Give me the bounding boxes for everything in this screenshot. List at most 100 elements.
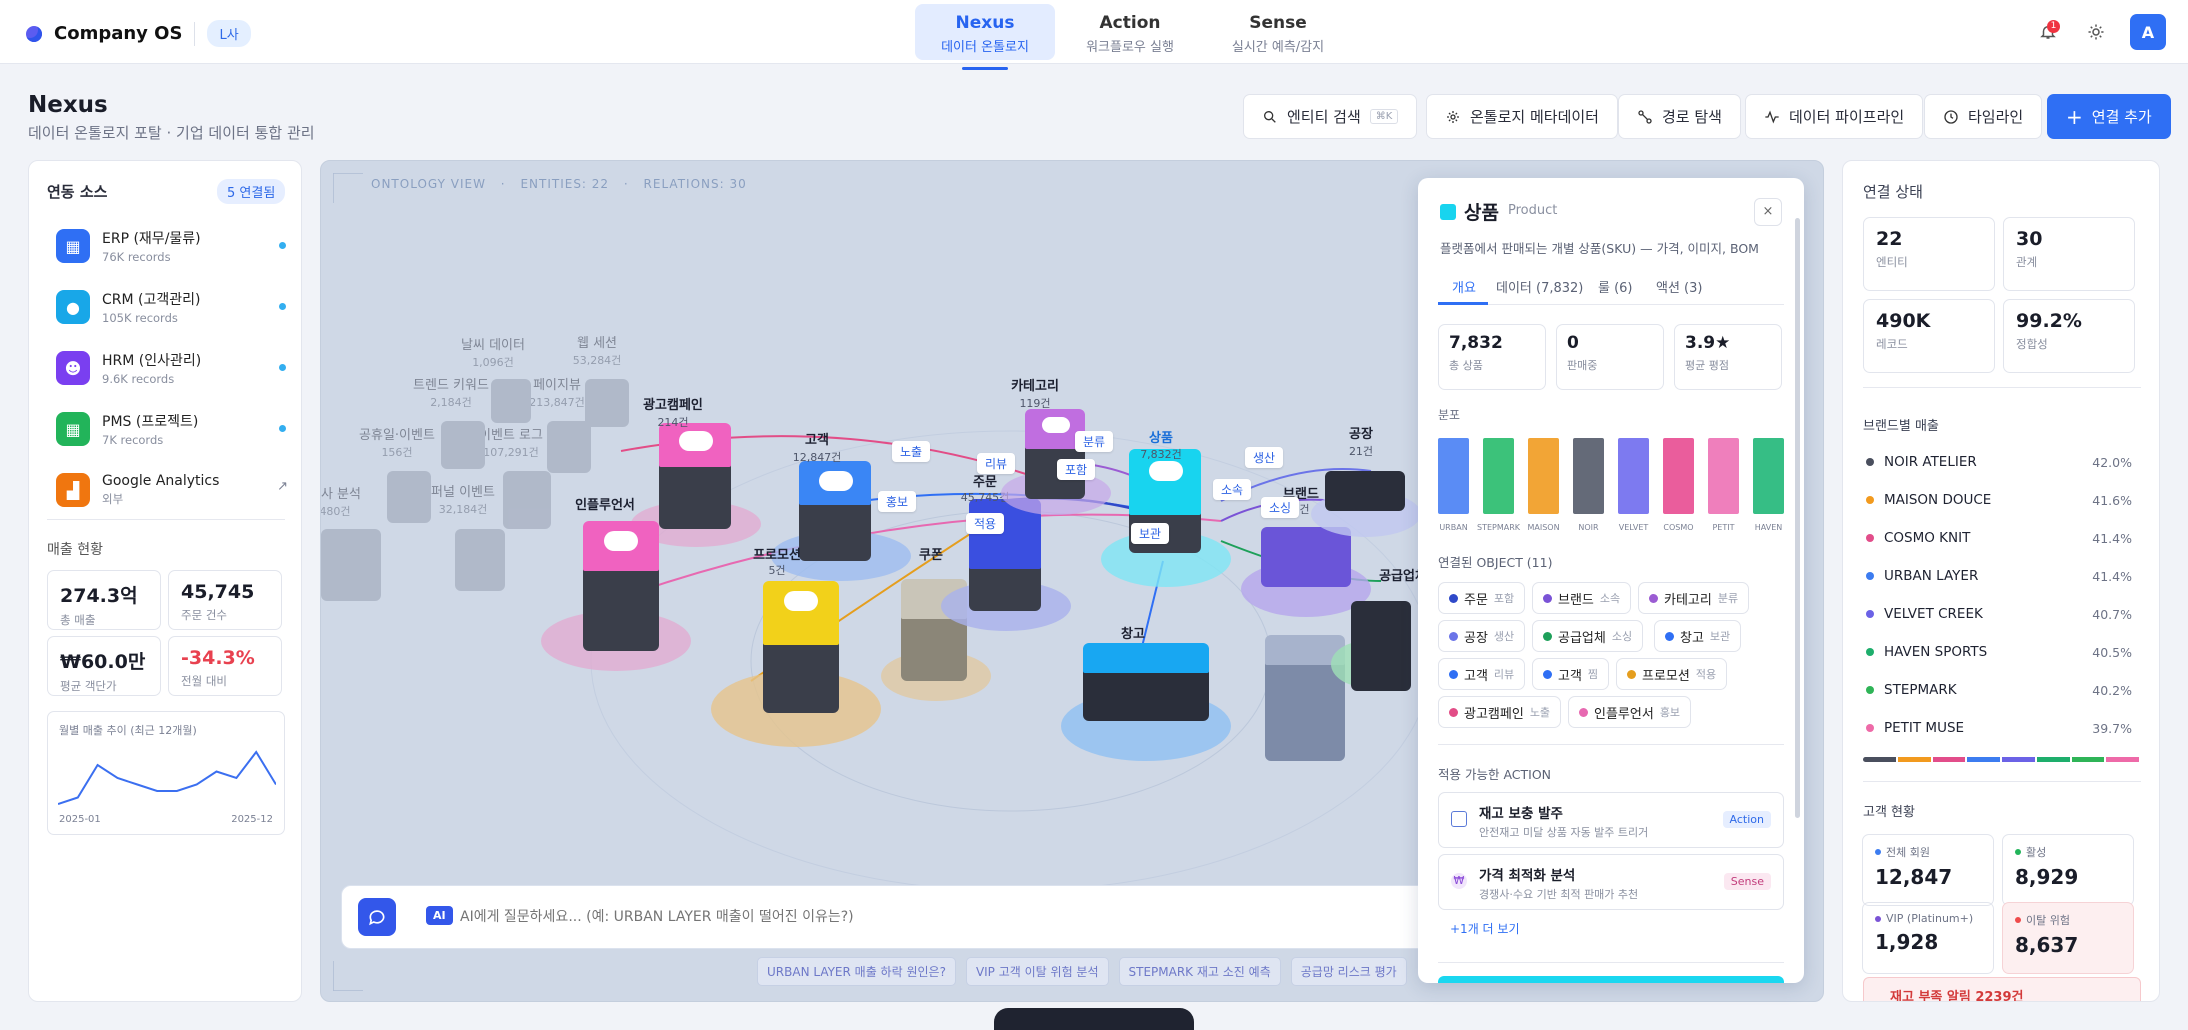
node-warehouse[interactable] (1061, 631, 1231, 761)
suggestion-chip[interactable]: 공급망 리스크 평가 (1290, 957, 1407, 986)
brand-row[interactable]: STEPMARK 40.2% (1866, 680, 2132, 700)
tenant-badge[interactable]: L사 (207, 20, 251, 47)
action-item-reorder[interactable]: 재고 보충 발주 안전재고 미달 상품 자동 발주 트리거 Action (1438, 792, 1784, 848)
tab-rules[interactable]: 룰 (6) (1598, 277, 1633, 296)
linked-object-tag[interactable]: 프로모션 적용 (1616, 658, 1728, 690)
linked-object-tag[interactable]: 광고캠페인 노출 (1438, 696, 1562, 728)
distribution-label: NOIR (1578, 523, 1599, 532)
distribution-bar[interactable] (1438, 438, 1469, 514)
primary-action-button[interactable] (1438, 976, 1784, 983)
customer-stat-label: 전체 회원 (1875, 844, 1981, 860)
stat-label: 평균 객단가 (60, 679, 117, 693)
distribution-bar[interactable] (1708, 438, 1739, 514)
suggestion-chip[interactable]: STEPMARK 재고 소진 예측 (1118, 957, 1281, 986)
distribution-bar[interactable] (1663, 438, 1694, 514)
low-stock-alert[interactable]: 재고 부족 알림 2239건 (1863, 977, 2141, 1001)
linked-object-tag[interactable]: 공급업체 소싱 (1532, 620, 1644, 652)
linked-object-tag[interactable]: 브랜드 소속 (1532, 582, 1632, 614)
source-records: 7K records (102, 433, 164, 447)
linked-object-name: 공급업체 (1558, 630, 1606, 646)
customer-stat-label-text: 이탈 위험 (2026, 914, 2070, 927)
brand-sales-title: 브랜드별 매출 (1863, 419, 1939, 434)
customer-stat-value: 8,929 (2015, 865, 2079, 889)
color-dot (1866, 534, 1874, 542)
action-item-price-optimize[interactable]: ₩ 가격 최적화 분석 경쟁사·수요 기반 최적 판매가 추천 Sense (1438, 854, 1784, 910)
user-avatar[interactable]: A (2130, 14, 2166, 50)
linked-object-tag[interactable]: 인플루언서 홍보 (1568, 696, 1692, 728)
path-explore-button[interactable]: 경로 탐색 (1618, 94, 1741, 139)
scrollbar[interactable] (1795, 218, 1800, 818)
theme-toggle-button[interactable] (2082, 18, 2110, 46)
suggestion-chip[interactable]: VIP 고객 이탈 위험 분석 (965, 957, 1109, 986)
linked-object-tag[interactable]: 고객 리뷰 (1438, 658, 1526, 690)
path-explore-label: 경로 탐색 (1662, 108, 1722, 126)
source-item-google-analytics[interactable]: ▟ Google Analytics 외부 ↗ (56, 465, 288, 515)
linked-object-tag[interactable]: 창고 보관 (1654, 620, 1742, 652)
chat-button[interactable] (358, 898, 396, 936)
brand-pct: 41.4% (2092, 530, 2132, 546)
add-connection-button[interactable]: + 연결 추가 (2047, 94, 2171, 139)
brand-name: STEPMARK (1884, 682, 1957, 698)
linked-object-tag[interactable]: 고객 찜 (1532, 658, 1610, 690)
show-more-link[interactable]: +1개 더 보기 (1450, 920, 1519, 937)
brand-row[interactable]: NOIR ATELIER 42.0% (1866, 452, 2132, 472)
linked-object-tag[interactable]: 카테고리 분류 (1638, 582, 1750, 614)
distribution-label: PETIT (1712, 523, 1734, 532)
tab-actions[interactable]: 액션 (3) (1656, 277, 1702, 296)
brand-row[interactable]: VELVET CREEK 40.7% (1866, 604, 2132, 624)
notification-button[interactable]: 1 (2034, 18, 2062, 46)
data-pipeline-button[interactable]: 데이터 파이프라인 (1745, 94, 1924, 139)
color-dot (1866, 572, 1874, 580)
nav-tab-sense[interactable]: Sense 실시간 예측/감지 (1208, 4, 1348, 60)
trend-line (58, 750, 276, 805)
brand-row[interactable]: PETIT MUSE 39.7% (1866, 718, 2132, 738)
source-item-crm[interactable]: ● CRM (고객관리) 105K records (56, 282, 286, 332)
nav-tab-action[interactable]: Action 워크플로우 실행 (1060, 4, 1200, 60)
action-name: 가격 최적화 분석 (1479, 868, 1576, 884)
distribution-bar[interactable] (1573, 438, 1604, 514)
tab-data[interactable]: 데이터 (7,832) (1496, 277, 1583, 296)
suggestion-chip[interactable]: URBAN LAYER 매출 하락 원인은? (757, 957, 956, 986)
node-promotion[interactable] (711, 561, 881, 747)
tab-overview[interactable]: 개요 (1452, 277, 1476, 296)
node-weather-label: 날씨 데이터 (461, 338, 525, 353)
status-dot (279, 364, 286, 371)
external-link-icon[interactable]: ↗ (277, 479, 288, 494)
timeline-button[interactable]: 타임라인 (1924, 94, 2043, 139)
distribution-bar[interactable] (1483, 438, 1514, 514)
node-influencer[interactable] (541, 501, 691, 671)
source-item-pms[interactable]: ▦ PMS (프로젝트) 7K records (56, 404, 286, 454)
linked-object-tag[interactable]: 주문 포함 (1438, 582, 1526, 614)
distribution-bar[interactable] (1753, 438, 1784, 514)
app-logo[interactable]: Company OS L사 (26, 20, 251, 47)
edge-label: 보관 (1131, 523, 1170, 544)
stat-label: 레코드 (1876, 337, 1908, 351)
linked-object-tag[interactable]: 공장 생산 (1438, 620, 1526, 652)
brand-name: MAISON DOUCE (1884, 492, 1992, 508)
node-supplier-cluster[interactable] (1261, 621, 1351, 771)
brand-row[interactable]: HAVEN SPORTS 40.5% (1866, 642, 2132, 662)
ai-query-input[interactable] (460, 902, 1380, 932)
gear-icon (1447, 110, 1459, 123)
brand-pct: 40.5% (2092, 644, 2132, 660)
close-icon[interactable]: × (1754, 198, 1782, 226)
linked-object-relation: 리뷰 (1493, 668, 1515, 681)
brand-share-segment (2036, 757, 2070, 762)
chart-icon: ▟ (56, 473, 90, 507)
node-supplier[interactable] (1331, 581, 1421, 701)
stat-avg-rating: 3.9★ 평균 평점 (1674, 324, 1782, 390)
distribution-bar[interactable] (1528, 438, 1559, 514)
brand-pct: 40.7% (2092, 606, 2132, 622)
source-item-hrm[interactable]: ☻ HRM (인사관리) 9.6K records (56, 343, 286, 393)
nav-tab-nexus[interactable]: Nexus 데이터 온톨로지 (915, 4, 1055, 60)
brand-row[interactable]: URBAN LAYER 41.4% (1866, 566, 2132, 586)
distribution-bar[interactable] (1618, 438, 1649, 514)
bottom-dock[interactable] (994, 1008, 1194, 1030)
brand-row[interactable]: MAISON DOUCE 41.6% (1866, 490, 2132, 510)
brand-row[interactable]: COSMO KNIT 41.4% (1866, 528, 2132, 548)
entity-search-button[interactable]: 엔티티 검색 ⌘K (1243, 94, 1418, 139)
source-item-erp[interactable]: ▦ ERP (재무/물류) 76K records (56, 221, 286, 271)
ai-query-bar[interactable]: AI (341, 885, 1445, 949)
ontology-metadata-button[interactable]: 온톨로지 메타데이터 (1426, 94, 1618, 139)
color-dot (1649, 593, 1658, 603)
